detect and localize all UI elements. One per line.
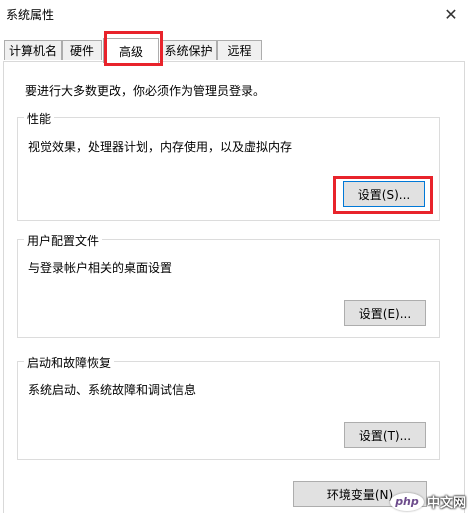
performance-title: 性能 xyxy=(24,110,55,127)
tab-bar: 计算机名 硬件 高级 系统保护 远程 xyxy=(0,38,470,63)
watermark: php 中文网 xyxy=(389,492,466,511)
performance-description: 视觉效果，处理器计划，内存使用，以及虚拟内存 xyxy=(28,140,293,154)
tab-hardware[interactable]: 硬件 xyxy=(62,40,102,60)
startup-recovery-settings-button[interactable]: 设置(T)... xyxy=(344,422,426,448)
performance-settings-button[interactable]: 设置(S)... xyxy=(343,181,425,207)
php-logo-icon: php xyxy=(389,492,424,511)
tab-system-protection[interactable]: 系统保护 xyxy=(160,40,217,60)
user-profiles-description: 与登录帐户相关的桌面设置 xyxy=(28,261,173,275)
admin-notice: 要进行大多数更改，你必须作为管理员登录。 xyxy=(25,84,266,98)
startup-recovery-description: 系统启动、系统故障和调试信息 xyxy=(28,383,197,397)
title-bar: 系统属性 ✕ xyxy=(0,0,470,30)
tab-advanced[interactable]: 高级 xyxy=(103,38,159,63)
close-icon[interactable]: ✕ xyxy=(432,0,470,28)
startup-recovery-title: 启动和故障恢复 xyxy=(24,354,115,371)
user-profiles-title: 用户配置文件 xyxy=(24,232,103,249)
tab-remote[interactable]: 远程 xyxy=(217,40,262,60)
watermark-text: 中文网 xyxy=(426,496,466,511)
window-title: 系统属性 xyxy=(6,8,55,22)
tab-computer-name[interactable]: 计算机名 xyxy=(4,40,62,60)
user-profiles-settings-button[interactable]: 设置(E)... xyxy=(344,300,426,326)
